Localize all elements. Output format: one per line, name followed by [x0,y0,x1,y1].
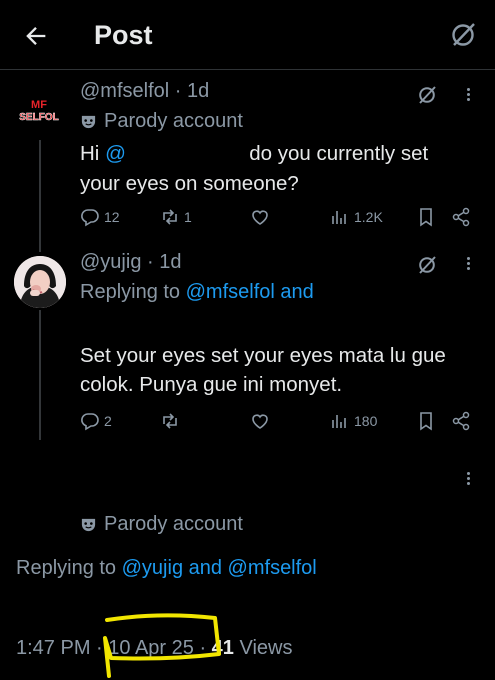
avatar[interactable]: MF SELFOL [14,88,64,138]
tweet1-time[interactable]: 1d [187,80,209,102]
tweet2-handle-row[interactable]: @yujig · 1d [80,251,181,274]
parody-mask-icon [81,518,96,532]
repost-count: 1 [184,209,192,225]
post-time[interactable]: 1:47 PM [16,637,90,659]
replying-prefix: Replying to [16,557,117,579]
tweet1-text-hi: Hi [80,142,100,165]
profile-photo [14,256,66,308]
parody-label: Parody account [104,513,243,535]
more-options-icon[interactable] [465,255,471,275]
heart-icon [252,414,268,429]
svg-text:MF: MF [31,99,47,111]
bookmark-icon[interactable] [416,207,436,227]
repost-icon [163,413,177,429]
repost-button[interactable]: 1 [160,207,192,227]
tweet1-text-rest1: do you currently set [249,142,429,165]
replying-mentions[interactable]: @yujig and @mfselfol [122,557,317,579]
analytics-icon [332,211,346,224]
tweet1-mention[interactable]: @ [105,142,126,165]
tweet2-replying-to: Replying to @mfselfol and [80,281,314,304]
separator-dot: · [147,251,160,273]
page-title: Post [94,20,153,50]
tweet2-time[interactable]: 1d [159,251,181,273]
thread-connector [39,140,41,252]
tweet1-handle[interactable]: @mfselfol [80,80,169,102]
views-count: 1.2K [354,209,383,225]
main-replying-to: Replying to @yujig and @mfselfol [16,557,317,580]
tweet2-text-line1: Set your eyes set your eyes mata lu gue [80,344,446,367]
avatar[interactable] [14,256,66,308]
replying-mentions[interactable]: @mfselfol and [186,281,314,303]
like-button[interactable] [250,207,270,227]
reply-count: 12 [104,209,120,225]
repost-icon [163,209,177,225]
top-bar: Post [0,0,495,70]
main-parody-badge: Parody account [80,513,243,536]
parody-label: Parody account [104,110,243,132]
bookmark-icon[interactable] [416,411,436,431]
separator-dot: · [174,80,187,102]
replying-prefix: Replying to [80,281,181,303]
views-button[interactable]: 1.2K [330,207,383,227]
share-icon[interactable] [451,207,471,227]
header-divider [0,69,495,70]
like-button[interactable] [250,411,270,431]
views-label: Views [239,637,293,659]
grok-icon[interactable] [416,84,438,106]
repost-button[interactable] [160,411,180,431]
grok-icon[interactable] [448,20,478,50]
svg-text:SELFOL: SELFOL [19,112,58,123]
reply-count: 2 [104,413,112,429]
more-options-icon[interactable] [465,470,471,490]
analytics-icon [332,415,346,428]
parody-badge: Parody account [80,110,243,133]
back-arrow-icon[interactable] [22,22,50,50]
grok-icon[interactable] [416,254,438,276]
tweet2-text-line2: colok. Punya gue ini monyet. [80,373,343,396]
reply-button[interactable]: 12 [80,207,120,227]
thread-connector [39,310,41,440]
mfselfol-logo: MF SELFOL [14,88,64,138]
tweet1-text: Hi @ do you currently set [80,139,428,169]
heart-icon [252,210,268,225]
views-count: 180 [354,413,378,429]
reply-button[interactable]: 2 [80,411,112,431]
share-icon[interactable] [451,411,471,431]
views-button[interactable]: 180 [330,411,377,431]
parody-mask-icon [81,115,96,129]
reply-icon [81,413,99,431]
tweet1-text-line2: your eyes on someone? [80,172,299,195]
tweet1-handle-row[interactable]: @mfselfol · 1d [80,80,209,103]
more-options-icon[interactable] [465,86,471,106]
reply-icon [81,209,99,227]
tweet2-handle[interactable]: @yujig [80,251,141,273]
date-highlight-annotation [103,613,221,678]
